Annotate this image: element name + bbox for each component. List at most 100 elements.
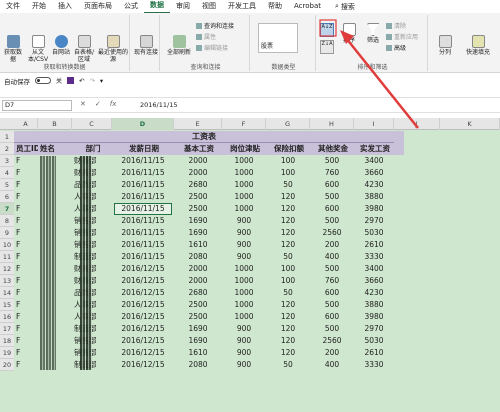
cell-amount[interactable]: 1000 <box>224 155 264 167</box>
column-header[interactable]: C <box>72 118 112 130</box>
column-header[interactable]: I <box>354 118 394 130</box>
cell-amount[interactable]: 2560 <box>312 227 352 239</box>
column-header[interactable]: E <box>174 118 222 130</box>
cell-pay-date[interactable]: 2016/11/15 <box>114 239 172 251</box>
cell-amount[interactable]: 5030 <box>356 227 392 239</box>
cell-employee-id[interactable]: F <box>16 251 36 263</box>
worksheet-grid[interactable]: ABCDEFGHIJK 1 2 3 4 5 6 7 8 9 10 11 12 13 14 15 16 17 18 1… <box>0 118 500 412</box>
row-header[interactable]: 11 <box>0 251 14 263</box>
cell-amount[interactable]: 900 <box>224 227 264 239</box>
cancel-icon[interactable]: ✕ <box>80 100 86 108</box>
cell-amount[interactable]: 2680 <box>176 287 220 299</box>
cell-amount[interactable]: 100 <box>268 275 308 287</box>
cell-amount[interactable]: 50 <box>268 359 308 371</box>
advanced-button[interactable]: 高级 <box>386 43 406 52</box>
cell-employee-id[interactable]: F <box>16 239 36 251</box>
row-header[interactable]: 10 <box>0 239 14 251</box>
cell-amount[interactable]: 900 <box>224 239 264 251</box>
cell-employee-id[interactable]: F <box>16 215 36 227</box>
cell-amount[interactable]: 500 <box>312 299 352 311</box>
column-header[interactable]: D <box>112 118 174 130</box>
cell-pay-date[interactable]: 2016/12/15 <box>114 275 172 287</box>
cell-pay-date[interactable]: 2016/11/15 <box>114 227 172 239</box>
cell-amount[interactable]: 50 <box>268 251 308 263</box>
cell-amount[interactable]: 1690 <box>176 323 220 335</box>
cell-pay-date[interactable]: 2016/11/15 <box>114 215 172 227</box>
cell-employee-id[interactable]: F <box>16 263 36 275</box>
cell-pay-date[interactable]: 2016/12/15 <box>114 335 172 347</box>
cell-amount[interactable]: 2970 <box>356 323 392 335</box>
menu-item[interactable]: Acrobat <box>288 0 327 13</box>
cell-employee-id[interactable]: F <box>16 347 36 359</box>
fx-icon[interactable]: fx <box>110 100 117 108</box>
cell-amount[interactable]: 4230 <box>356 287 392 299</box>
cell-employee-id[interactable]: F <box>16 335 36 347</box>
cell-pay-date[interactable]: 2016/12/15 <box>114 323 172 335</box>
row-header[interactable]: 13 <box>0 275 14 287</box>
cell-amount[interactable]: 120 <box>268 311 308 323</box>
cell-amount[interactable]: 120 <box>268 347 308 359</box>
sort-button[interactable]: 排序 <box>338 23 360 44</box>
row-header[interactable]: 16 <box>0 311 14 323</box>
stocks-data-type[interactable]: 股票 <box>258 23 298 53</box>
row-header[interactable]: 1 <box>0 131 14 143</box>
cell-amount[interactable]: 3660 <box>356 275 392 287</box>
column-header[interactable]: B <box>38 118 72 130</box>
cell-employee-id[interactable]: F <box>16 287 36 299</box>
filter-button[interactable]: 筛选 <box>362 23 384 44</box>
cell-pay-date[interactable]: 2016/11/15 <box>114 167 172 179</box>
cell-amount[interactable]: 400 <box>312 359 352 371</box>
cell-pay-date[interactable]: 2016/12/15 <box>114 347 172 359</box>
cell-employee-id[interactable]: F <box>16 311 36 323</box>
cell-amount[interactable]: 3880 <box>356 299 392 311</box>
from-web-button[interactable]: 自网站 <box>52 35 70 56</box>
recent-sources-button[interactable]: 最近使用的源 <box>98 35 128 63</box>
cell-amount[interactable]: 2610 <box>356 239 392 251</box>
cell-amount[interactable]: 1690 <box>176 335 220 347</box>
row-header[interactable]: 3 <box>0 155 14 167</box>
row-header[interactable]: 5 <box>0 179 14 191</box>
cell-amount[interactable]: 120 <box>268 323 308 335</box>
menu-item[interactable]: 文件 <box>0 0 26 13</box>
cell-amount[interactable]: 1000 <box>224 287 264 299</box>
cell-amount[interactable]: 3660 <box>356 167 392 179</box>
menu-item[interactable]: 页面布局 <box>78 0 118 13</box>
clear-button[interactable]: 清除 <box>386 21 406 30</box>
cell-amount[interactable]: 1610 <box>176 347 220 359</box>
get-data-button[interactable]: 获取数据 <box>2 35 24 63</box>
split-columns-button[interactable]: 分列 <box>434 35 456 56</box>
menu-item[interactable]: 开发工具 <box>222 0 262 13</box>
from-table-button[interactable]: 自表格/区域 <box>72 35 96 63</box>
cell-amount[interactable]: 3330 <box>356 251 392 263</box>
column-header[interactable]: F <box>222 118 266 130</box>
cell-amount[interactable]: 50 <box>268 179 308 191</box>
column-header[interactable]: A <box>14 118 38 130</box>
cell-amount[interactable]: 3880 <box>356 191 392 203</box>
properties-button[interactable]: 属性 <box>196 32 216 41</box>
cell-amount[interactable]: 500 <box>312 263 352 275</box>
cell-amount[interactable]: 1000 <box>224 203 264 215</box>
menu-item[interactable]: 公式 <box>118 0 144 13</box>
cell-amount[interactable]: 120 <box>268 335 308 347</box>
menu-item[interactable]: 插入 <box>52 0 78 13</box>
cell-amount[interactable]: 3980 <box>356 311 392 323</box>
edit-links-button[interactable]: 编辑链接 <box>196 43 228 52</box>
confirm-icon[interactable]: ✓ <box>95 100 101 108</box>
menu-item[interactable]: 视图 <box>196 0 222 13</box>
cell-amount[interactable]: 2560 <box>312 335 352 347</box>
row-header[interactable]: 15 <box>0 299 14 311</box>
row-header[interactable]: 14 <box>0 287 14 299</box>
search-box[interactable]: ⌕ 搜索 <box>327 2 355 12</box>
cell-amount[interactable]: 760 <box>312 275 352 287</box>
cell-amount[interactable]: 2080 <box>176 251 220 263</box>
cell-amount[interactable]: 120 <box>268 227 308 239</box>
menu-item[interactable]: 帮助 <box>262 0 288 13</box>
cell-amount[interactable]: 120 <box>268 215 308 227</box>
cell-amount[interactable]: 900 <box>224 215 264 227</box>
reapply-button[interactable]: 重新应用 <box>386 32 418 41</box>
cell-amount[interactable]: 600 <box>312 203 352 215</box>
cell-employee-id[interactable]: F <box>16 167 36 179</box>
row-header[interactable]: 17 <box>0 323 14 335</box>
menu-item[interactable]: 数据 <box>144 0 170 14</box>
cell-pay-date[interactable]: 2016/11/15 <box>114 251 172 263</box>
